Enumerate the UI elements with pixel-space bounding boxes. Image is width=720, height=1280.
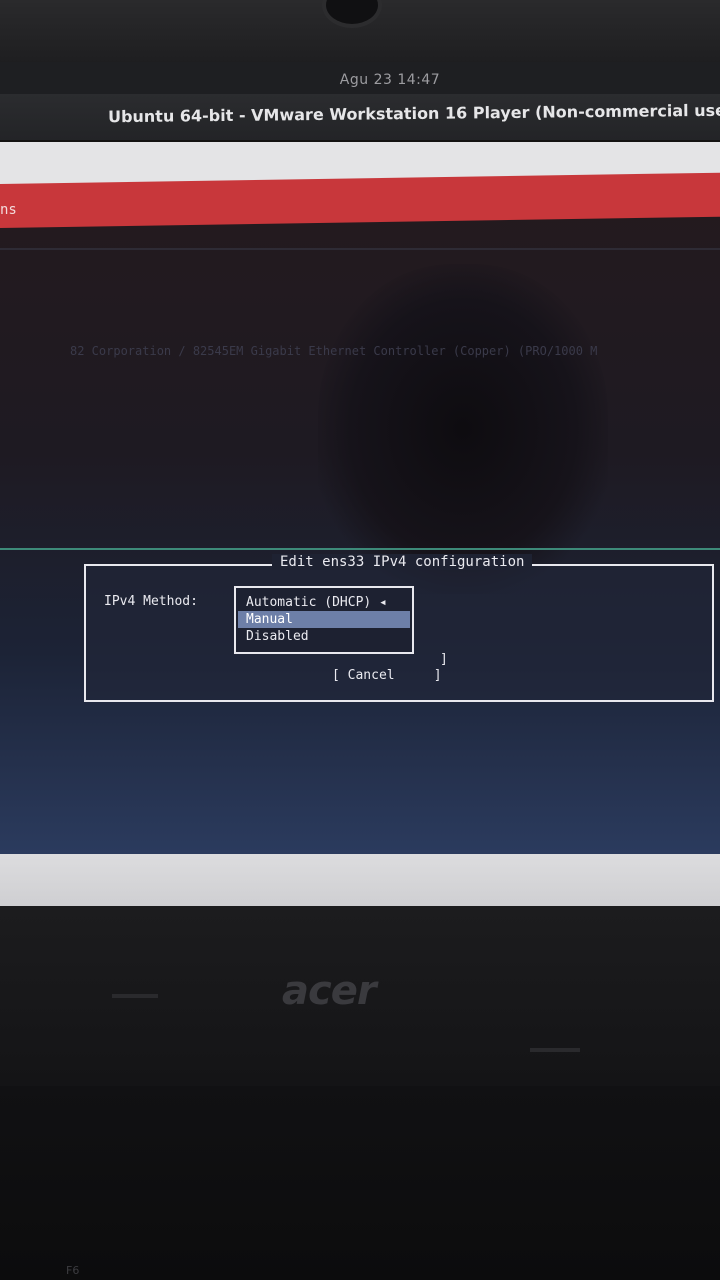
hinge-left (112, 994, 158, 998)
host-clock: Agu 23 14:47 (339, 72, 441, 88)
divider (0, 248, 720, 250)
vmware-status-bar (0, 854, 720, 906)
network-device-line: 82 Corporation / 82545EM Gigabit Etherne… (70, 344, 598, 358)
option-manual[interactable]: Manual (238, 611, 410, 628)
guest-screen: ns 82 Corporation / 82545EM Gigabit Ethe… (0, 172, 720, 854)
screen-reflection (318, 264, 608, 594)
webcam-icon (322, 0, 382, 28)
f6-key-label: F6 (66, 1264, 80, 1277)
dialog-overlay-line (0, 548, 720, 550)
installer-header-title: ns (0, 202, 17, 218)
option-disabled[interactable]: Disabled (238, 628, 410, 645)
hinge-right (530, 1048, 580, 1052)
save-button-bracket[interactable]: ] (440, 652, 448, 667)
option-automatic-dhcp[interactable]: Automatic (DHCP) ◂ (238, 594, 410, 611)
ipv4-method-dropdown[interactable]: Automatic (DHCP) ◂ Manual Disabled (234, 586, 414, 654)
laptop-bezel-top (0, 0, 720, 70)
acer-logo: acer (282, 968, 377, 1014)
ipv4-method-label: IPv4 Method: (104, 594, 198, 609)
cancel-button[interactable]: [ Cancel ] (332, 668, 442, 683)
dialog-title: Edit ens33 IPv4 configuration (272, 554, 533, 570)
ipv4-config-dialog: Edit ens33 IPv4 configuration IPv4 Metho… (84, 554, 714, 702)
keyboard-area (0, 1086, 720, 1280)
